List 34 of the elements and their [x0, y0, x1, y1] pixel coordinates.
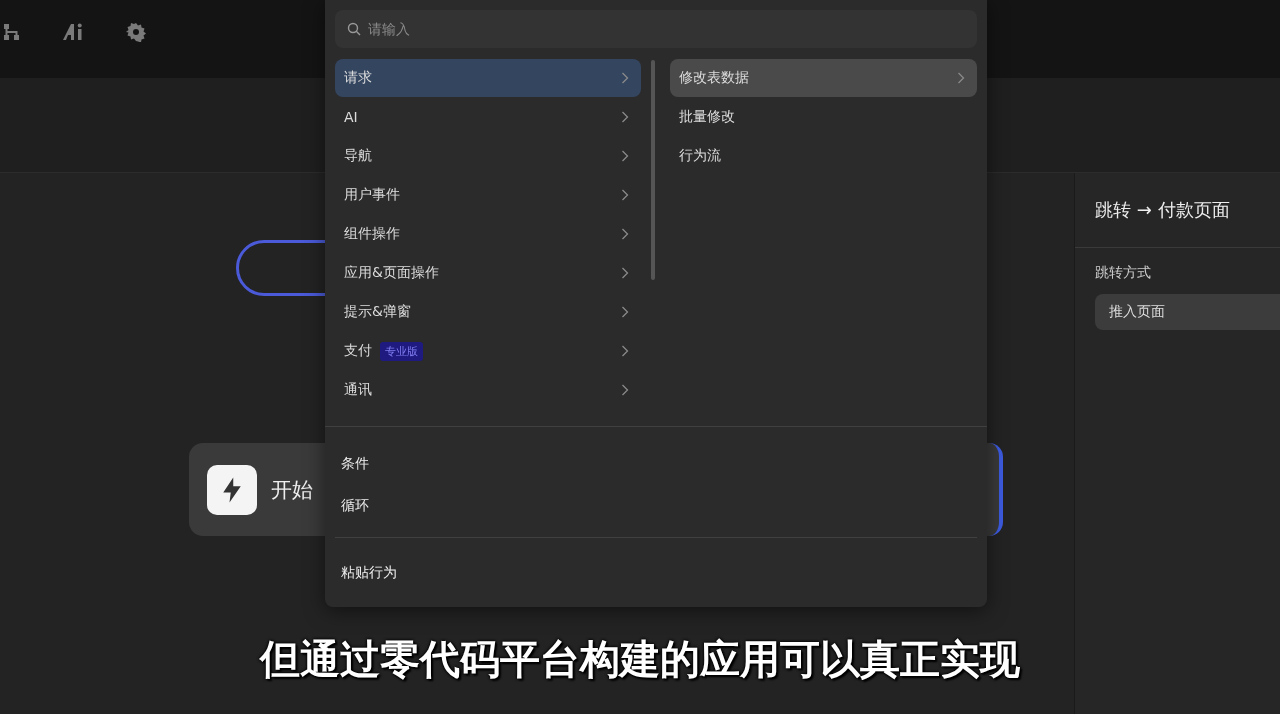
chevron-icon: [621, 267, 629, 279]
action-item[interactable]: 批量修改: [670, 98, 977, 136]
subtitle: 但通过零代码平台构建的应用可以真正实现: [258, 635, 1021, 684]
chevron-icon: [621, 384, 629, 396]
menu-item[interactable]: 循环: [335, 485, 977, 528]
category-item[interactable]: 支付 专业版: [335, 332, 641, 370]
chevron-icon: [621, 150, 629, 162]
chevron-icon: [621, 228, 629, 240]
lightning-icon: [207, 464, 257, 515]
field-label: 跳转方式: [1095, 264, 1152, 282]
pro-badge: 专业版: [380, 341, 423, 361]
category-item[interactable]: 请求: [335, 59, 641, 97]
chevron-icon: [621, 189, 629, 201]
category-item[interactable]: AI: [335, 98, 641, 136]
chevron-icon: [621, 72, 629, 84]
category-item[interactable]: 导航: [335, 137, 641, 175]
chevron-icon: [621, 111, 629, 123]
category-item[interactable]: 应用&页面操作: [335, 254, 641, 292]
category-item[interactable]: 通讯: [335, 371, 641, 409]
select-field[interactable]: 推入页面: [1095, 294, 1280, 330]
action-item[interactable]: 行为流: [670, 137, 977, 175]
search-field[interactable]: 请输入: [335, 10, 977, 48]
panel-title: 跳转 → 付款页面: [1075, 173, 1280, 248]
node-label: 开始: [271, 476, 313, 504]
action-item[interactable]: 修改表数据: [670, 59, 977, 97]
menu-item[interactable]: 粘贴行为: [335, 548, 977, 597]
chevron-icon: [621, 306, 629, 318]
chevron-icon: [621, 345, 629, 357]
category-item[interactable]: 用户事件: [335, 176, 641, 214]
tree-icon[interactable]: [2, 22, 22, 42]
menu-item[interactable]: 条件: [335, 443, 977, 486]
category-item[interactable]: 组件操作: [335, 215, 641, 253]
settings-icon[interactable]: [126, 22, 146, 42]
category-item[interactable]: 提示&弹窗: [335, 293, 641, 331]
